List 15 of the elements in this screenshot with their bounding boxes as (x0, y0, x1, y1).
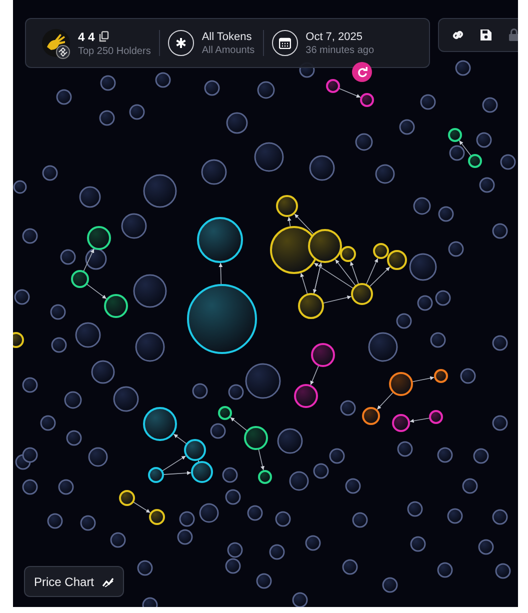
asterisk-icon[interactable] (168, 30, 194, 56)
holders-label: Top 250 Holders (78, 46, 151, 56)
calendar-icon[interactable] (272, 30, 298, 56)
price-chart-button[interactable]: Price Chart (24, 566, 124, 597)
refresh-icon (356, 66, 368, 78)
snapshot-date[interactable]: Oct 7, 2025 (306, 30, 374, 42)
amount-filter-label: All Amounts (202, 44, 255, 56)
trend-line-icon (102, 576, 114, 586)
save-icon[interactable] (479, 28, 493, 42)
link-icon[interactable] (451, 28, 465, 42)
copy-icon[interactable] (98, 31, 109, 42)
token-filter-title[interactable]: All Tokens (202, 30, 255, 42)
refresh-button[interactable] (352, 62, 372, 82)
holder-name: 4 4 (78, 30, 95, 44)
snapshot-age: 36 minutes ago (306, 44, 374, 56)
